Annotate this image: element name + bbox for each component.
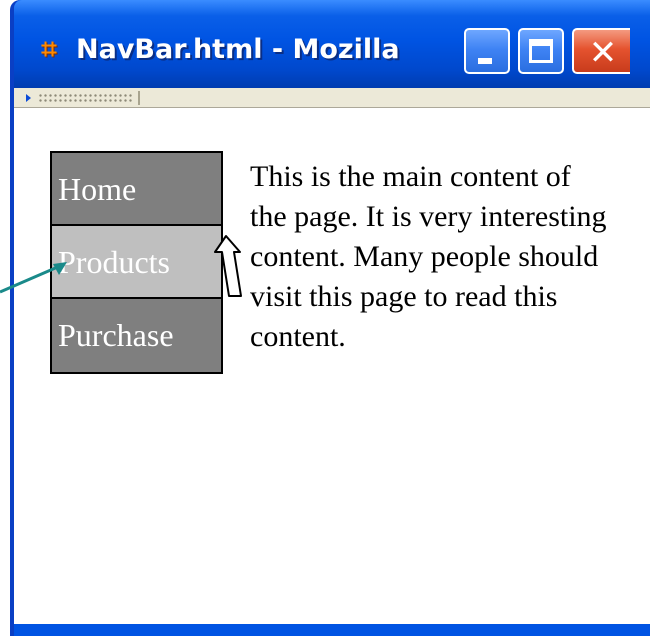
close-button[interactable]: ✕ (572, 28, 630, 74)
mozilla-icon: ⌗ (41, 33, 57, 65)
toolbar-grip[interactable] (26, 91, 140, 105)
main-content: This is the main content of the page. It… (250, 160, 607, 353)
maximize-icon (529, 39, 553, 63)
screenshot-stage: ⌗ NavBar.html - Mozilla ✕ Home Products … (0, 0, 650, 636)
nav-item-purchase[interactable]: Purchase (52, 299, 221, 372)
nav-item-products[interactable]: Products (52, 226, 221, 299)
window-title: NavBar.html - Mozilla (76, 34, 400, 65)
title-bar[interactable]: ⌗ NavBar.html - Mozilla ✕ (14, 0, 650, 88)
nav-item-home[interactable]: Home (52, 153, 221, 226)
minimize-button[interactable] (464, 28, 510, 74)
toolbar-grip-dots (38, 93, 132, 103)
toolbar-grip-icon (26, 94, 31, 102)
collapsed-toolbar (14, 88, 650, 108)
window-bottom-border (14, 624, 650, 636)
close-icon: ✕ (588, 33, 618, 73)
nav-bar: Home Products Purchase (50, 151, 223, 374)
maximize-button[interactable] (518, 28, 564, 74)
minimize-icon (478, 58, 492, 64)
